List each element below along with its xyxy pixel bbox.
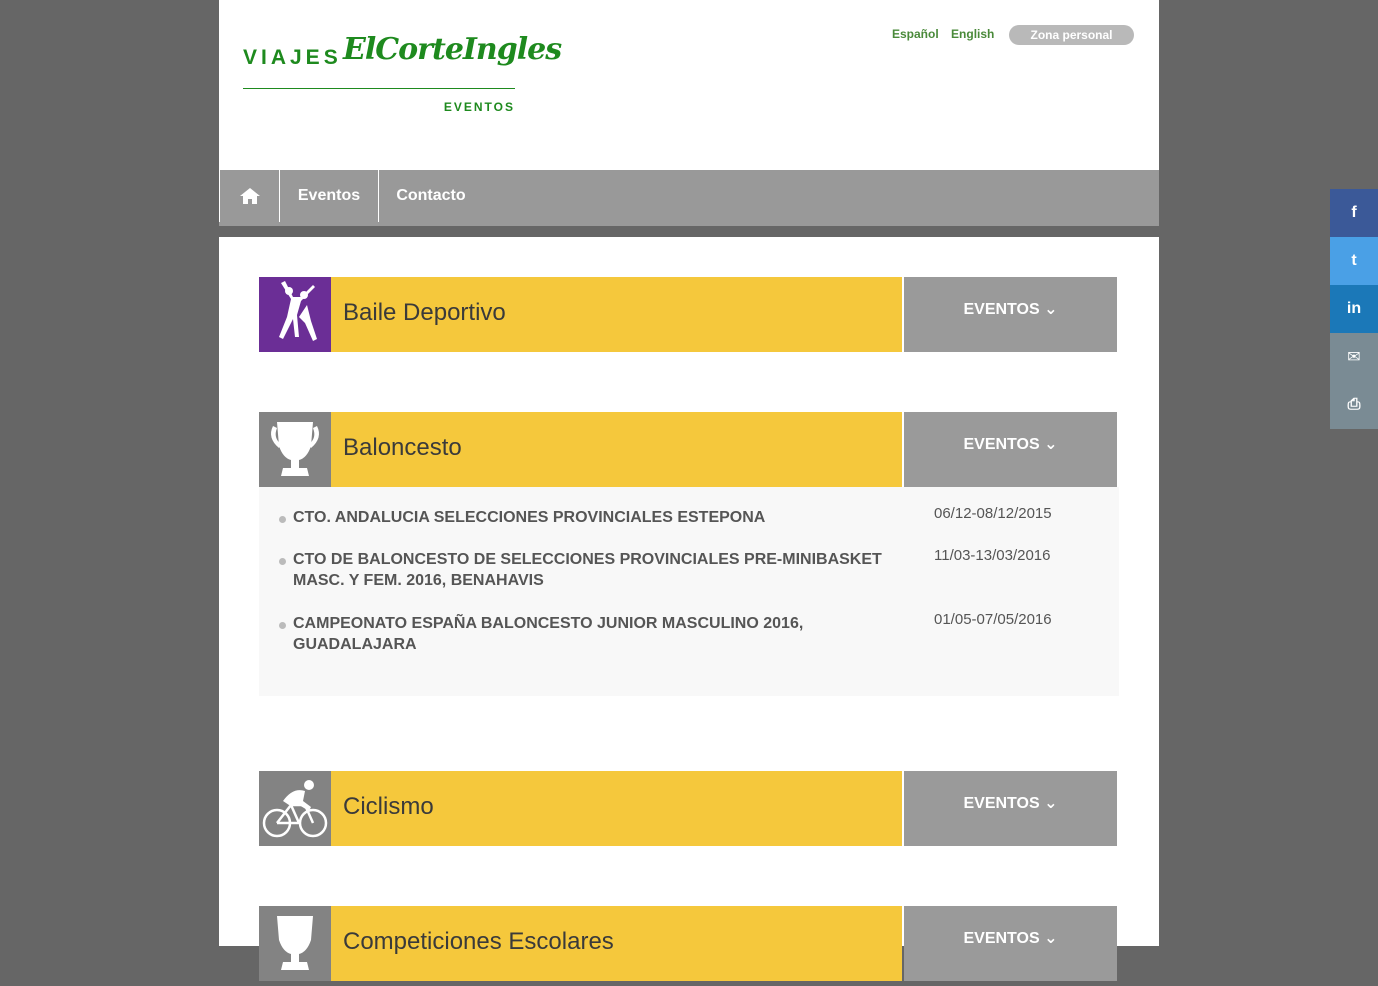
facebook-icon[interactable]: f: [1330, 189, 1378, 237]
trophy-icon: [259, 412, 331, 487]
eventos-dropdown-button[interactable]: EVENTOS ⌄: [904, 277, 1117, 352]
event-dates: 11/03-13/03/2016: [934, 547, 1051, 564]
home-icon: [239, 187, 260, 204]
nav-contacto[interactable]: Contacto: [378, 170, 483, 222]
chevron-down-icon: ⌄: [1044, 301, 1058, 318]
logo-brand: ElCorteIngles: [343, 32, 562, 67]
language-selector: Español English: [892, 27, 1003, 41]
logo-sub: EVENTOS: [443, 100, 515, 114]
logo-viajes: VIAJES: [243, 46, 342, 69]
trophy-icon: [259, 906, 331, 981]
nav-divider: [219, 226, 1159, 237]
bullet-icon: [279, 622, 286, 629]
social-share-bar: f t in ✉ ⎙: [1330, 189, 1378, 429]
lang-english[interactable]: English: [951, 27, 994, 41]
event-title: CTO. ANDALUCIA SELECCIONES PROVINCIALES …: [293, 509, 766, 526]
main-nav: Eventos Contacto: [219, 170, 1159, 226]
eventos-dropdown-button[interactable]: EVENTOS ⌄: [904, 771, 1117, 846]
header: VIAJES ElCorteIngles EVENTOS Español Eng…: [219, 0, 1159, 170]
baloncesto-events-list: CTO. ANDALUCIA SELECCIONES PROVINCIALES …: [259, 487, 1119, 696]
category-competiciones-escolares: Competiciones Escolares EVENTOS ⌄: [259, 906, 1117, 981]
category-title: Ciclismo: [331, 771, 902, 846]
category-title: Baile Deportivo: [331, 277, 902, 352]
cyclist-icon: [259, 771, 331, 846]
category-title: Competiciones Escolares: [331, 906, 902, 981]
bullet-icon: [279, 558, 286, 565]
eventos-label: EVENTOS: [963, 795, 1040, 812]
logo-rule: [243, 88, 515, 89]
category-title: Baloncesto: [331, 412, 902, 487]
category-baloncesto: Baloncesto EVENTOS ⌄: [259, 412, 1117, 487]
chevron-down-icon: ⌄: [1044, 795, 1058, 812]
category-baile-deportivo: Baile Deportivo EVENTOS ⌄: [259, 277, 1117, 352]
print-icon[interactable]: ⎙: [1330, 381, 1378, 429]
nav-eventos[interactable]: Eventos: [279, 170, 378, 222]
site-logo[interactable]: VIAJES ElCorteIngles EVENTOS: [243, 30, 562, 120]
lang-espanol[interactable]: Español: [892, 27, 939, 41]
twitter-icon[interactable]: t: [1330, 237, 1378, 285]
dance-icon: [259, 277, 331, 352]
eventos-dropdown-button[interactable]: EVENTOS ⌄: [904, 906, 1117, 981]
page: VIAJES ElCorteIngles EVENTOS Español Eng…: [219, 0, 1159, 981]
eventos-label: EVENTOS: [963, 436, 1040, 453]
chevron-down-icon: ⌄: [1044, 930, 1058, 947]
event-dates: 01/05-07/05/2016: [934, 611, 1052, 628]
bullet-icon: [279, 516, 286, 523]
event-title: CAMPEONATO ESPAÑA BALONCESTO JUNIOR MASC…: [293, 615, 804, 653]
email-icon[interactable]: ✉: [1330, 333, 1378, 381]
nav-home[interactable]: [219, 170, 279, 222]
chevron-down-icon: ⌄: [1044, 436, 1058, 453]
eventos-dropdown-button[interactable]: EVENTOS ⌄: [904, 412, 1117, 487]
eventos-label: EVENTOS: [963, 301, 1040, 318]
event-title: CTO DE BALONCESTO DE SELECCIONES PROVINC…: [293, 551, 882, 589]
category-ciclismo: Ciclismo EVENTOS ⌄: [259, 771, 1117, 846]
zona-personal-button[interactable]: Zona personal: [1009, 25, 1134, 45]
linkedin-icon[interactable]: in: [1330, 285, 1378, 333]
event-dates: 06/12-08/12/2015: [934, 505, 1052, 522]
eventos-label: EVENTOS: [963, 930, 1040, 947]
